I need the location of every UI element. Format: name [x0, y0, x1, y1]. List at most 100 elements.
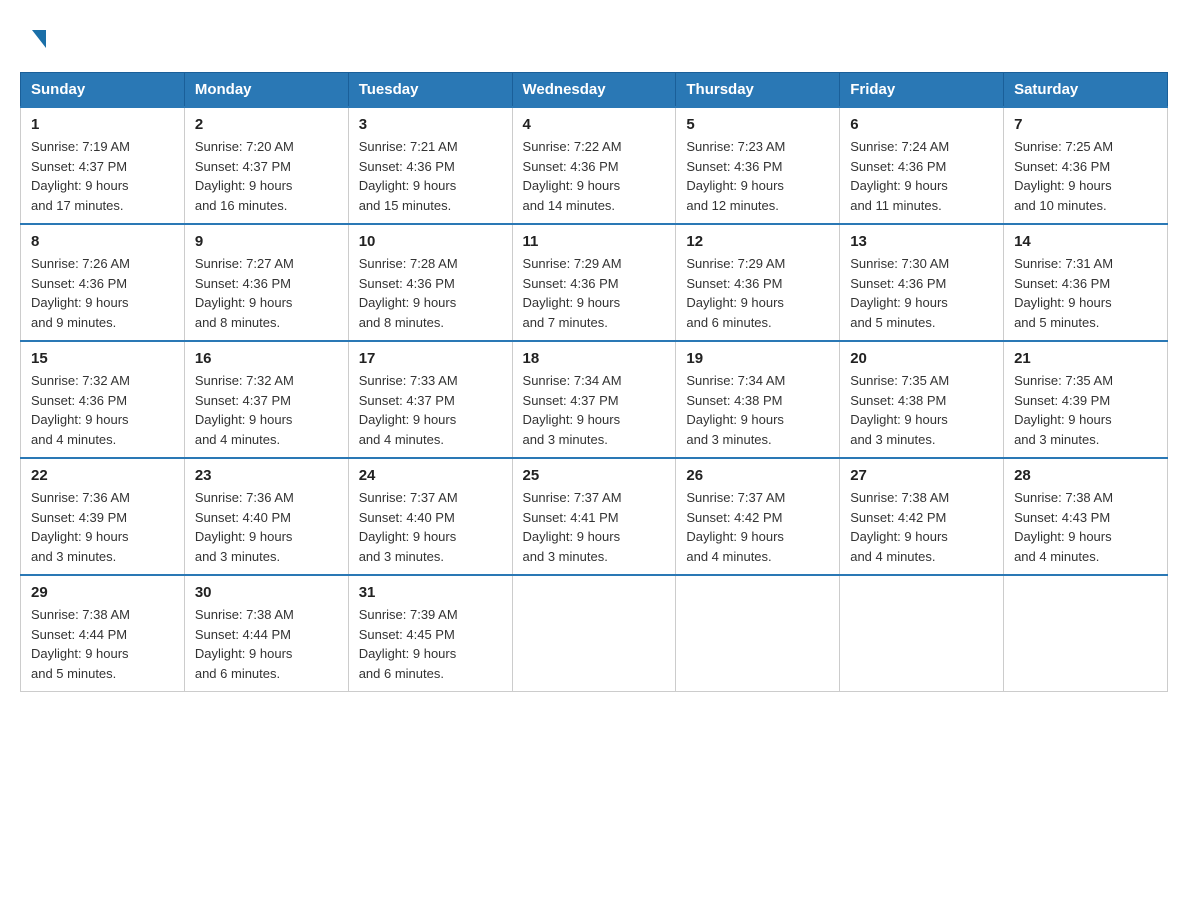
calendar-week-row: 22 Sunrise: 7:36 AMSunset: 4:39 PMDaylig… [21, 458, 1168, 575]
day-info: Sunrise: 7:35 AMSunset: 4:39 PMDaylight:… [1014, 373, 1113, 447]
day-number: 24 [359, 467, 502, 484]
day-info: Sunrise: 7:22 AMSunset: 4:36 PMDaylight:… [523, 139, 622, 213]
calendar-cell: 22 Sunrise: 7:36 AMSunset: 4:39 PMDaylig… [21, 458, 185, 575]
day-info: Sunrise: 7:34 AMSunset: 4:37 PMDaylight:… [523, 373, 622, 447]
day-number: 7 [1014, 116, 1157, 133]
day-number: 4 [523, 116, 666, 133]
weekday-header-monday: Monday [184, 73, 348, 108]
day-info: Sunrise: 7:37 AMSunset: 4:42 PMDaylight:… [686, 490, 785, 564]
day-number: 20 [850, 350, 993, 367]
day-number: 25 [523, 467, 666, 484]
day-info: Sunrise: 7:31 AMSunset: 4:36 PMDaylight:… [1014, 256, 1113, 330]
day-info: Sunrise: 7:29 AMSunset: 4:36 PMDaylight:… [686, 256, 785, 330]
day-info: Sunrise: 7:36 AMSunset: 4:39 PMDaylight:… [31, 490, 130, 564]
day-info: Sunrise: 7:33 AMSunset: 4:37 PMDaylight:… [359, 373, 458, 447]
calendar-cell: 15 Sunrise: 7:32 AMSunset: 4:36 PMDaylig… [21, 341, 185, 458]
day-number: 14 [1014, 233, 1157, 250]
calendar-cell [840, 575, 1004, 692]
page-header [20, 20, 1168, 52]
day-number: 27 [850, 467, 993, 484]
day-number: 26 [686, 467, 829, 484]
calendar-cell [512, 575, 676, 692]
day-number: 18 [523, 350, 666, 367]
calendar-cell: 16 Sunrise: 7:32 AMSunset: 4:37 PMDaylig… [184, 341, 348, 458]
calendar-cell: 7 Sunrise: 7:25 AMSunset: 4:36 PMDayligh… [1004, 107, 1168, 224]
day-number: 10 [359, 233, 502, 250]
day-number: 9 [195, 233, 338, 250]
day-info: Sunrise: 7:30 AMSunset: 4:36 PMDaylight:… [850, 256, 949, 330]
day-info: Sunrise: 7:32 AMSunset: 4:37 PMDaylight:… [195, 373, 294, 447]
day-info: Sunrise: 7:32 AMSunset: 4:36 PMDaylight:… [31, 373, 130, 447]
day-info: Sunrise: 7:28 AMSunset: 4:36 PMDaylight:… [359, 256, 458, 330]
logo-arrow-icon [32, 30, 46, 48]
day-number: 8 [31, 233, 174, 250]
day-number: 23 [195, 467, 338, 484]
day-info: Sunrise: 7:20 AMSunset: 4:37 PMDaylight:… [195, 139, 294, 213]
day-info: Sunrise: 7:38 AMSunset: 4:42 PMDaylight:… [850, 490, 949, 564]
day-info: Sunrise: 7:19 AMSunset: 4:37 PMDaylight:… [31, 139, 130, 213]
calendar-cell: 25 Sunrise: 7:37 AMSunset: 4:41 PMDaylig… [512, 458, 676, 575]
calendar-cell: 1 Sunrise: 7:19 AMSunset: 4:37 PMDayligh… [21, 107, 185, 224]
day-number: 17 [359, 350, 502, 367]
calendar-cell: 23 Sunrise: 7:36 AMSunset: 4:40 PMDaylig… [184, 458, 348, 575]
calendar-week-row: 1 Sunrise: 7:19 AMSunset: 4:37 PMDayligh… [21, 107, 1168, 224]
day-number: 31 [359, 584, 502, 601]
day-number: 22 [31, 467, 174, 484]
day-info: Sunrise: 7:21 AMSunset: 4:36 PMDaylight:… [359, 139, 458, 213]
day-info: Sunrise: 7:38 AMSunset: 4:43 PMDaylight:… [1014, 490, 1113, 564]
day-number: 19 [686, 350, 829, 367]
calendar-cell: 14 Sunrise: 7:31 AMSunset: 4:36 PMDaylig… [1004, 224, 1168, 341]
calendar-cell: 30 Sunrise: 7:38 AMSunset: 4:44 PMDaylig… [184, 575, 348, 692]
calendar-cell: 8 Sunrise: 7:26 AMSunset: 4:36 PMDayligh… [21, 224, 185, 341]
day-number: 30 [195, 584, 338, 601]
weekday-header-sunday: Sunday [21, 73, 185, 108]
day-number: 2 [195, 116, 338, 133]
calendar-cell: 3 Sunrise: 7:21 AMSunset: 4:36 PMDayligh… [348, 107, 512, 224]
day-info: Sunrise: 7:39 AMSunset: 4:45 PMDaylight:… [359, 607, 458, 681]
day-number: 28 [1014, 467, 1157, 484]
weekday-header-wednesday: Wednesday [512, 73, 676, 108]
calendar-cell: 28 Sunrise: 7:38 AMSunset: 4:43 PMDaylig… [1004, 458, 1168, 575]
day-number: 12 [686, 233, 829, 250]
day-info: Sunrise: 7:34 AMSunset: 4:38 PMDaylight:… [686, 373, 785, 447]
calendar-cell: 2 Sunrise: 7:20 AMSunset: 4:37 PMDayligh… [184, 107, 348, 224]
day-info: Sunrise: 7:23 AMSunset: 4:36 PMDaylight:… [686, 139, 785, 213]
day-number: 29 [31, 584, 174, 601]
calendar-cell: 24 Sunrise: 7:37 AMSunset: 4:40 PMDaylig… [348, 458, 512, 575]
calendar-cell [1004, 575, 1168, 692]
calendar-cell: 19 Sunrise: 7:34 AMSunset: 4:38 PMDaylig… [676, 341, 840, 458]
day-number: 6 [850, 116, 993, 133]
day-number: 16 [195, 350, 338, 367]
weekday-header-thursday: Thursday [676, 73, 840, 108]
day-number: 11 [523, 233, 666, 250]
calendar-cell: 12 Sunrise: 7:29 AMSunset: 4:36 PMDaylig… [676, 224, 840, 341]
day-info: Sunrise: 7:37 AMSunset: 4:40 PMDaylight:… [359, 490, 458, 564]
day-info: Sunrise: 7:29 AMSunset: 4:36 PMDaylight:… [523, 256, 622, 330]
calendar-cell: 20 Sunrise: 7:35 AMSunset: 4:38 PMDaylig… [840, 341, 1004, 458]
day-info: Sunrise: 7:36 AMSunset: 4:40 PMDaylight:… [195, 490, 294, 564]
calendar-cell: 29 Sunrise: 7:38 AMSunset: 4:44 PMDaylig… [21, 575, 185, 692]
calendar-cell: 17 Sunrise: 7:33 AMSunset: 4:37 PMDaylig… [348, 341, 512, 458]
weekday-header-saturday: Saturday [1004, 73, 1168, 108]
calendar-cell [676, 575, 840, 692]
calendar-cell: 26 Sunrise: 7:37 AMSunset: 4:42 PMDaylig… [676, 458, 840, 575]
calendar-week-row: 29 Sunrise: 7:38 AMSunset: 4:44 PMDaylig… [21, 575, 1168, 692]
logo [30, 30, 46, 42]
day-number: 5 [686, 116, 829, 133]
calendar-week-row: 8 Sunrise: 7:26 AMSunset: 4:36 PMDayligh… [21, 224, 1168, 341]
day-info: Sunrise: 7:37 AMSunset: 4:41 PMDaylight:… [523, 490, 622, 564]
day-info: Sunrise: 7:38 AMSunset: 4:44 PMDaylight:… [195, 607, 294, 681]
weekday-header-friday: Friday [840, 73, 1004, 108]
weekday-header-row: SundayMondayTuesdayWednesdayThursdayFrid… [21, 73, 1168, 108]
day-info: Sunrise: 7:24 AMSunset: 4:36 PMDaylight:… [850, 139, 949, 213]
weekday-header-tuesday: Tuesday [348, 73, 512, 108]
calendar-cell: 6 Sunrise: 7:24 AMSunset: 4:36 PMDayligh… [840, 107, 1004, 224]
calendar-cell: 5 Sunrise: 7:23 AMSunset: 4:36 PMDayligh… [676, 107, 840, 224]
day-number: 1 [31, 116, 174, 133]
calendar-cell: 13 Sunrise: 7:30 AMSunset: 4:36 PMDaylig… [840, 224, 1004, 341]
calendar-cell: 4 Sunrise: 7:22 AMSunset: 4:36 PMDayligh… [512, 107, 676, 224]
day-number: 13 [850, 233, 993, 250]
calendar-cell: 21 Sunrise: 7:35 AMSunset: 4:39 PMDaylig… [1004, 341, 1168, 458]
day-info: Sunrise: 7:38 AMSunset: 4:44 PMDaylight:… [31, 607, 130, 681]
calendar-cell: 27 Sunrise: 7:38 AMSunset: 4:42 PMDaylig… [840, 458, 1004, 575]
